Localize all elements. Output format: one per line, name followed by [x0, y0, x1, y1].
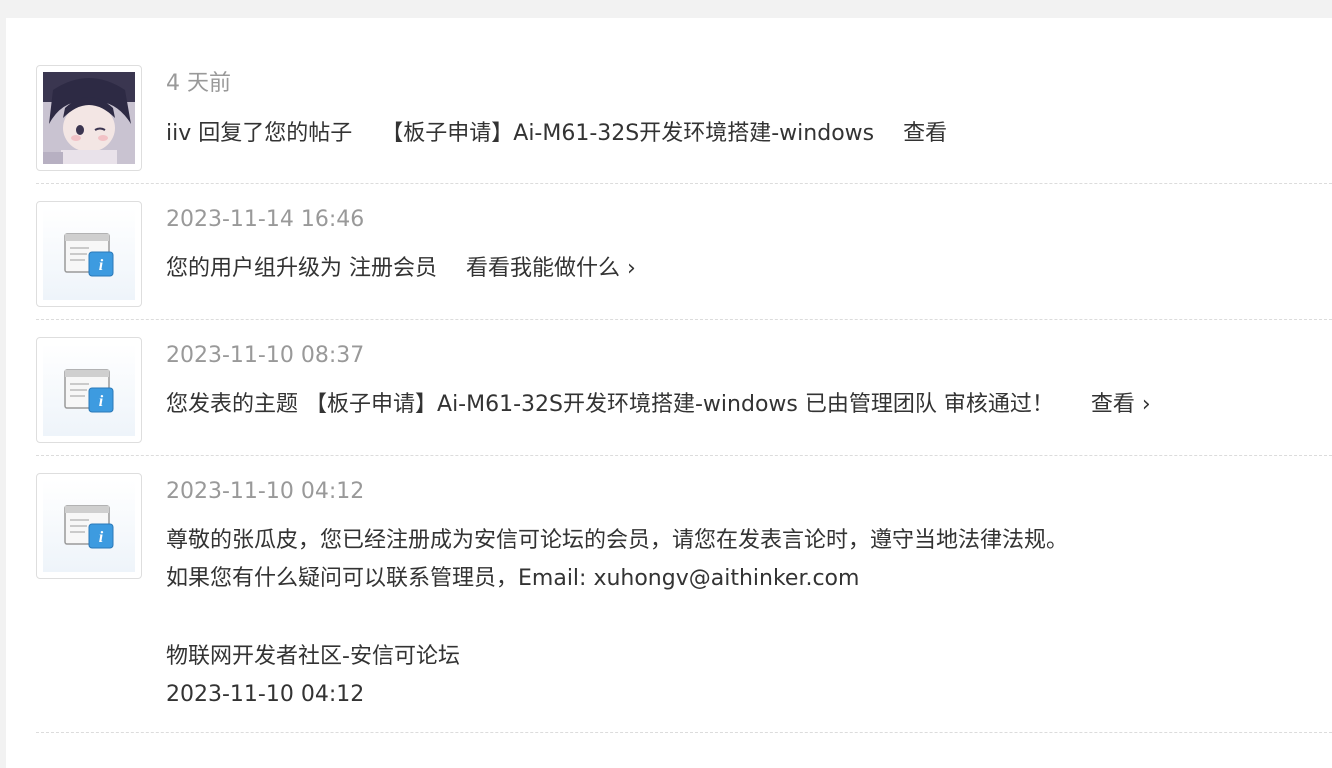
notice-action-text: 回复了您的帖子 — [198, 121, 353, 146]
system-thumb: i — [36, 201, 142, 307]
notice-message: 您发表的主题 【板子申请】Ai-M61-32S开发环境搭建-windows 已由… — [166, 386, 1151, 424]
notice-line: 物联网开发者社区-安信可论坛 — [166, 644, 460, 669]
notice-time: 2023-11-10 08:37 — [166, 343, 365, 368]
notice-message: iiv 回复了您的帖子 【板子申请】Ai-M61-32S开发环境搭建-windo… — [166, 115, 947, 153]
notice-time: 4 天前 — [166, 71, 231, 96]
notice-item: i 2023-11-10 04:12 尊敬的张瓜皮，您已经注册成为安信可论坛的会… — [36, 455, 1332, 733]
system-info-icon: i — [43, 480, 135, 572]
svg-text:i: i — [99, 393, 104, 410]
view-link[interactable]: 查看 — [903, 121, 947, 146]
notice-time: 2023-11-10 04:12 — [166, 479, 365, 504]
svg-text:i: i — [99, 529, 104, 546]
notice-suffix: 已由管理团队 — [804, 392, 937, 417]
notice-message: 您的用户组升级为 注册会员 看看我能做什么 › — [166, 250, 636, 288]
view-link[interactable]: 查看 › — [1091, 392, 1151, 417]
notice-line: 如果您有什么疑问可以联系管理员，Email: xuhongv@aithinker… — [166, 566, 860, 591]
system-info-icon: i — [43, 208, 135, 300]
thread-link[interactable]: 【板子申请】Ai-M61-32S开发环境搭建-windows — [305, 392, 798, 417]
notice-line: 2023-11-10 04:12 — [166, 682, 365, 707]
user-avatar-icon — [43, 72, 135, 164]
notice-item: i 2023-11-14 16:46 您的用户组升级为 注册会员 看看我能做什么… — [36, 183, 1332, 320]
svg-text:i: i — [99, 257, 104, 274]
thread-link[interactable]: 【板子申请】Ai-M61-32S开发环境搭建-windows — [381, 121, 874, 146]
notice-time: 2023-11-14 16:46 — [166, 207, 365, 232]
notice-line: 尊敬的张瓜皮，您已经注册成为安信可论坛的会员，请您在发表言论时，遵守当地法律法规… — [166, 528, 1069, 553]
what-can-i-do-link[interactable]: 看看我能做什么 › — [466, 256, 636, 281]
system-thumb: i — [36, 337, 142, 443]
notice-item: 4 天前 iiv 回复了您的帖子 【板子申请】Ai-M61-32S开发环境搭建-… — [36, 18, 1332, 184]
avatar[interactable] — [36, 65, 142, 171]
notice-prefix: 您发表的主题 — [166, 392, 299, 417]
notice-text: 您的用户组升级为 — [166, 256, 343, 281]
user-group-name: 注册会员 — [349, 256, 438, 281]
notice-item: i 2023-11-10 08:37 您发表的主题 【板子申请】Ai-M61-3… — [36, 319, 1332, 456]
system-thumb: i — [36, 473, 142, 579]
notification-panel: 4 天前 iiv 回复了您的帖子 【板子申请】Ai-M61-32S开发环境搭建-… — [6, 18, 1332, 768]
review-status: 审核通过！ — [943, 392, 1054, 417]
system-info-icon: i — [43, 344, 135, 436]
user-link[interactable]: iiv — [166, 121, 191, 146]
